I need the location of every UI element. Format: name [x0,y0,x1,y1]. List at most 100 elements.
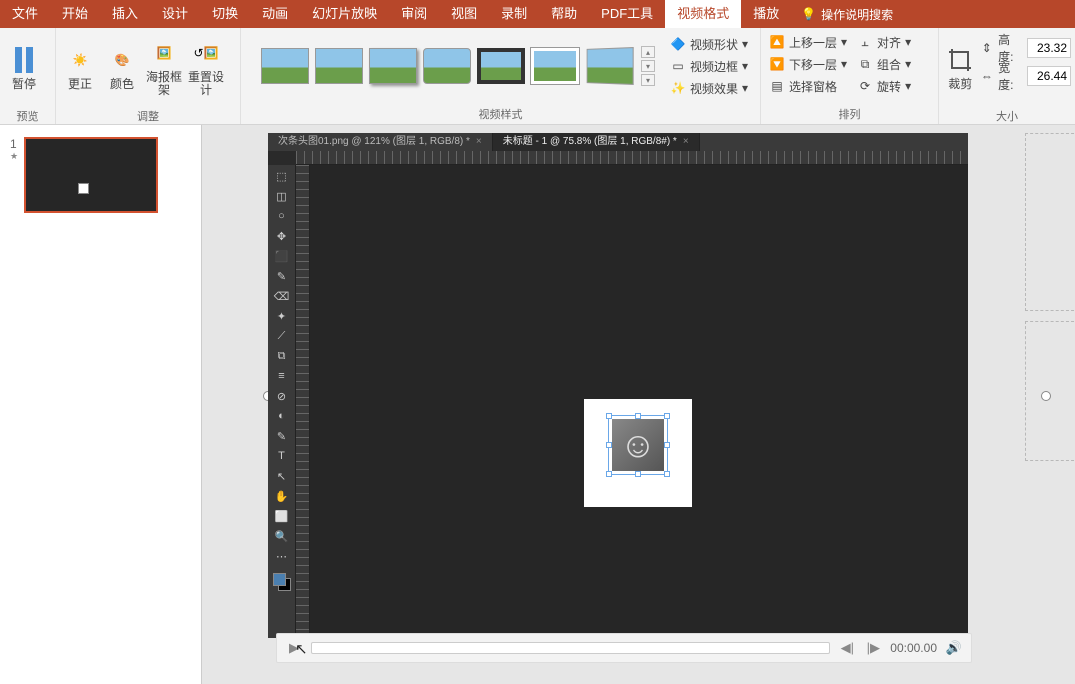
crop-button[interactable]: 裁剪 [943,31,978,103]
selection-pane-icon: ▤ [769,78,785,94]
menu-help[interactable]: 帮助 [539,0,589,28]
ps-canvas[interactable] [310,165,968,638]
selection-pane-button[interactable]: ▤ 选择窗格 [765,75,851,97]
slide-canvas[interactable]: 次条头图01.png @ 121% (图层 1, RGB/8) *× 未标题 -… [202,125,1075,684]
menu-slideshow[interactable]: 幻灯片放映 [300,0,389,28]
scroll-down-icon: ▾ [641,60,655,72]
placeholder-box[interactable] [1025,321,1075,461]
width-icon: ⇔ [980,68,995,84]
height-input[interactable] [1027,38,1071,58]
align-icon: ⫠ [857,34,873,50]
rotate-icon: ⟳ [857,78,873,94]
style-thumb-2[interactable] [315,48,363,84]
menu-animation[interactable]: 动画 [250,0,300,28]
ps-tool-rect[interactable]: ⬜ [271,507,293,525]
dropdown-icon: ▾ [742,37,748,51]
ps-tool-move[interactable]: ⬚ [271,167,293,185]
color-button[interactable]: 🎨 颜色 [102,31,142,103]
ribbon-group-adjust: ☀️ 更正 🎨 颜色 🖼️ 海报框 架 ↺🖼️ 重置设计 调整 [56,28,241,124]
close-icon[interactable]: × [683,136,689,147]
slide-thumbnail-1[interactable] [24,137,158,213]
width-input[interactable] [1027,66,1071,86]
style-thumb-3[interactable] [369,48,417,84]
style-thumb-6[interactable] [531,48,579,84]
reset-design-button[interactable]: ↺🖼️ 重置设计 [186,31,226,103]
ps-tool-brush[interactable]: ✦ [271,307,293,325]
menu-pdf[interactable]: PDF工具 [589,0,665,28]
style-thumb-4[interactable] [423,48,471,84]
style-thumb-7[interactable] [587,47,634,85]
ps-tool-stamp[interactable]: ⟋ [271,327,293,345]
group-button[interactable]: ⧉ 组合▾ [853,53,915,75]
corrections-button[interactable]: ☀️ 更正 [60,31,100,103]
ps-tool-text[interactable]: T [271,447,293,465]
corrections-label: 更正 [68,78,92,91]
tell-me-search[interactable]: 💡 操作说明搜索 [791,6,903,23]
bring-forward-button[interactable]: 🔼 上移一层▾ [765,31,851,53]
ps-transform-box[interactable] [608,415,668,475]
group-label-preview: 预览 [0,106,55,126]
ps-tool-lasso[interactable]: ○ [271,207,293,225]
seek-track[interactable] [311,642,830,654]
ps-tool-path[interactable]: ↖ [271,467,293,485]
video-border-button[interactable]: ▭ 视频边框 ▾ [666,55,752,77]
reset-label: 重置设计 [186,71,226,97]
expand-icon: ▾ [641,74,655,86]
pause-button[interactable]: 暂停 [4,31,44,103]
ps-tab-2[interactable]: 未标题 - 1 @ 75.8% (图层 1, RGB/8#) * × [493,133,700,151]
style-thumb-1[interactable] [261,48,309,84]
poster-icon: 🖼️ [148,37,180,69]
step-back-button[interactable]: ◀| [838,640,856,656]
ps-tool-marquee[interactable]: ◫ [271,187,293,205]
ps-tool-zoom[interactable]: 🔍 [271,527,293,545]
resize-handle-right[interactable] [1041,391,1051,401]
video-object[interactable]: 次条头图01.png @ 121% (图层 1, RGB/8) *× 未标题 -… [268,133,984,663]
ps-tool-eraser[interactable]: ≡ [271,367,293,385]
pause-icon [8,44,40,76]
menu-record[interactable]: 录制 [489,0,539,28]
ps-tool-pen[interactable]: ✎ [271,427,293,445]
send-backward-button[interactable]: 🔽 下移一层▾ [765,53,851,75]
menu-file[interactable]: 文件 [0,0,50,28]
video-effects-button[interactable]: ✨ 视频效果 ▾ [666,77,752,99]
border-icon: ▭ [670,58,686,74]
menu-transition[interactable]: 切换 [200,0,250,28]
ps-tool-more[interactable]: ⋯ [271,547,293,565]
volume-button[interactable]: 🔊 [945,640,963,656]
ps-tool-wand[interactable]: ✥ [271,227,293,245]
menu-design[interactable]: 设计 [150,0,200,28]
poster-frame-button[interactable]: 🖼️ 海报框 架 [144,31,184,103]
close-icon[interactable]: × [476,136,482,147]
ps-tab-2-label: 未标题 - 1 @ 75.8% (图层 1, RGB/8#) * [503,136,677,147]
main-menu-bar: 文件 开始 插入 设计 切换 动画 幻灯片放映 审阅 视图 录制 帮助 PDF工… [0,0,1075,28]
ps-tool-blur[interactable]: ◐ [271,407,293,425]
step-forward-button[interactable]: |▶ [864,640,882,656]
ps-tool-crop[interactable]: ⬛ [271,247,293,265]
send-backward-icon: 🔽 [769,56,785,72]
menu-video-format[interactable]: 视频格式 [665,0,741,28]
rotate-button[interactable]: ⟳ 旋转▾ [853,75,915,97]
video-effects-label: 视频效果 [690,80,738,97]
ps-tab-1[interactable]: 次条头图01.png @ 121% (图层 1, RGB/8) *× [268,133,493,151]
ps-tool-heal[interactable]: ⌫ [271,287,293,305]
menu-review[interactable]: 审阅 [389,0,439,28]
ps-tool-eyedrop[interactable]: ✎ [271,267,293,285]
ps-color-swatch[interactable] [273,573,291,591]
menu-playback[interactable]: 播放 [741,0,791,28]
dropdown-icon: ▾ [841,35,847,49]
ps-tool-history[interactable]: ⧉ [271,347,293,365]
menu-view[interactable]: 视图 [439,0,489,28]
ps-document [584,399,692,507]
video-shape-button[interactable]: 🔷 视频形状 ▾ [666,33,752,55]
style-gallery-expand[interactable]: ▴ ▾ ▾ [640,45,656,87]
placeholder-box[interactable] [1025,133,1075,311]
align-button[interactable]: ⫠ 对齐▾ [853,31,915,53]
menu-insert[interactable]: 插入 [100,0,150,28]
group-label-arrange: 排列 [761,104,938,124]
effects-icon: ✨ [670,80,686,96]
style-thumb-5[interactable] [477,48,525,84]
ps-tool-hand[interactable]: ✋ [271,487,293,505]
ps-tool-gradient[interactable]: ⊘ [271,387,293,405]
menu-home[interactable]: 开始 [50,0,100,28]
play-button[interactable]: ▶ [285,640,303,656]
